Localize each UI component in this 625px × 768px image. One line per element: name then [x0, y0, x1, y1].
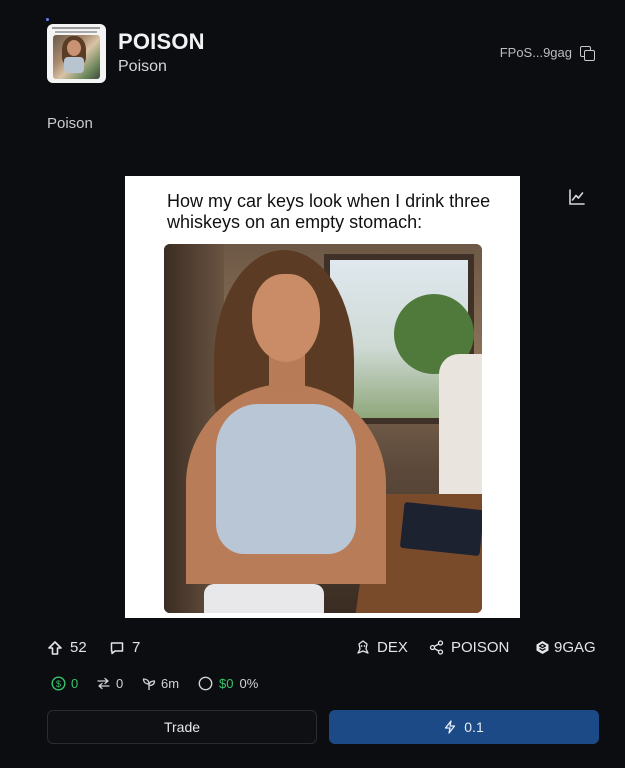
avatar-caption-line [55, 31, 97, 33]
upvote-icon [48, 640, 62, 655]
upvote-button[interactable]: 52 [47, 639, 87, 656]
lightning-icon [445, 720, 456, 734]
community-label: POISON [451, 639, 510, 656]
photo-menu [399, 501, 482, 557]
copy-icon[interactable] [580, 45, 595, 61]
circle-icon [198, 676, 213, 691]
dollar-icon: $ [51, 676, 66, 691]
percent-value: 0% [239, 676, 259, 691]
volume-stat: $0 0% [198, 676, 258, 691]
fees-value: 0 [71, 676, 79, 691]
token-card: POISON Poison FPoS...9gag Poison How my … [0, 0, 625, 768]
photo-background-person [439, 354, 482, 504]
age-value: 6m [161, 676, 180, 691]
buy-amount: 0.1 [464, 719, 484, 735]
meme-image[interactable]: How my car keys look when I drink three … [125, 176, 520, 618]
comment-icon [110, 641, 124, 654]
meme-caption: How my car keys look when I drink three … [167, 191, 491, 232]
upvote-count: 52 [70, 639, 87, 656]
comment-count: 7 [132, 639, 141, 656]
svg-text:$: $ [56, 679, 61, 689]
sprout-icon [142, 677, 156, 690]
contract-address[interactable]: FPoS...9gag [499, 45, 595, 61]
community-link[interactable]: POISON [429, 639, 509, 656]
photo-shorts [204, 584, 324, 613]
source-label: 9GAG [554, 639, 596, 656]
trade-button[interactable]: Trade [47, 710, 317, 744]
age-stat: 6m [142, 676, 179, 691]
avatar-face [67, 40, 81, 56]
photo-face [252, 274, 320, 362]
volume-value: $0 [219, 676, 234, 691]
avatar-caption-line [52, 27, 100, 29]
address-text: FPoS...9gag [499, 45, 572, 60]
token-name: POISON [118, 29, 205, 54]
share-icon [429, 640, 444, 655]
swaps-stat: 0 [96, 676, 123, 691]
token-avatar[interactable] [47, 24, 106, 83]
quick-buy-button[interactable]: 0.1 [329, 710, 599, 744]
chart-icon[interactable] [568, 188, 586, 206]
stats-row: 52 7 DEX POISON 9GAG [47, 639, 599, 659]
dex-icon [357, 640, 369, 654]
photo-top [216, 404, 356, 554]
dex-link[interactable]: DEX [356, 639, 408, 656]
token-ticker: Poison [118, 58, 167, 75]
comments-button[interactable]: 7 [109, 639, 140, 656]
9gag-icon [536, 641, 549, 654]
source-link[interactable]: 9GAG [535, 639, 596, 656]
token-description: Poison [47, 115, 93, 132]
swaps-value: 0 [116, 676, 124, 691]
swap-icon [97, 677, 110, 690]
fees-stat: $ 0 [51, 676, 78, 691]
dex-label: DEX [377, 639, 408, 656]
meme-photo [164, 244, 482, 613]
avatar-clothing [64, 57, 84, 73]
status-dot [46, 18, 49, 21]
